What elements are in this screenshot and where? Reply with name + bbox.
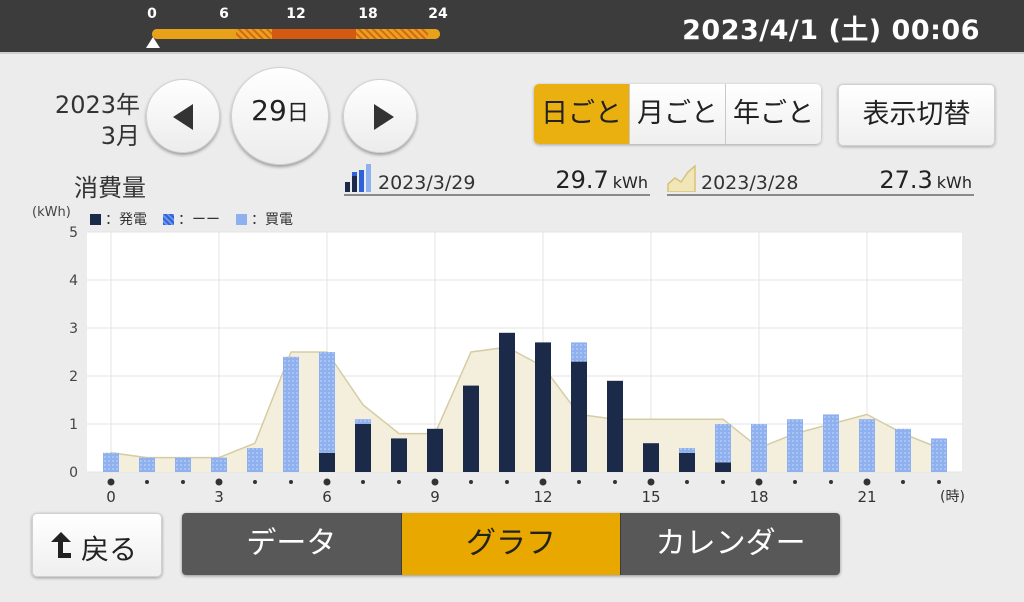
return-arrow-icon [51, 532, 71, 558]
bar-generation [679, 452, 695, 472]
y-axis-label: (kWh) [32, 205, 71, 220]
x-tick-dot [613, 480, 617, 484]
bar-generation [535, 342, 551, 472]
x-tick-label: 3 [214, 488, 224, 506]
tab-data[interactable]: データ [182, 513, 402, 575]
x-tick-label: 0 [106, 488, 116, 506]
x-tick-dot [539, 478, 547, 486]
bar-generation [391, 438, 407, 472]
bar-generation [643, 443, 659, 472]
x-tick-dot [107, 478, 115, 486]
bar-purchase [715, 424, 731, 463]
hourly-consumption-chart: 012345(kWh)0 3 6 9 12 15 18 21 (時) [32, 205, 965, 506]
x-tick-dot [145, 480, 149, 484]
x-tick-dot [361, 480, 365, 484]
bar-purchase [139, 457, 155, 472]
x-tick-label: 18 [749, 488, 768, 506]
back-button-label: 戻る [81, 533, 138, 566]
bar-purchase [175, 457, 191, 472]
bar-generation [319, 452, 335, 472]
bar-purchase [319, 352, 335, 453]
x-axis-label: (時) [940, 489, 965, 505]
x-tick-dot [755, 478, 763, 486]
x-tick-dot [721, 480, 725, 484]
x-tick-dot [289, 480, 293, 484]
bar-generation [463, 385, 479, 472]
tab-graph[interactable]: グラフ [401, 513, 622, 575]
x-tick-label: 21 [857, 488, 876, 506]
x-tick-dot [253, 480, 257, 484]
x-tick-label: 12 [533, 488, 552, 506]
bar-purchase [355, 419, 371, 424]
bar-purchase [895, 428, 911, 472]
y-tick-label: 0 [69, 465, 78, 481]
x-tick-dot [793, 480, 797, 484]
bar-purchase [859, 419, 875, 472]
y-tick-label: 3 [69, 321, 78, 337]
x-tick-label: 15 [641, 488, 660, 506]
bar-generation [715, 462, 731, 472]
x-tick-dot [863, 478, 871, 486]
bar-purchase [787, 419, 803, 472]
x-tick-dot [181, 480, 185, 484]
y-tick-label: 4 [69, 273, 78, 289]
tab-calendar[interactable]: カレンダー [621, 513, 840, 575]
bar-purchase [931, 438, 947, 472]
x-tick-dot [323, 478, 331, 486]
x-tick-dot [397, 480, 401, 484]
bar-purchase [211, 457, 227, 472]
x-tick-dot [685, 480, 689, 484]
bar-purchase [571, 342, 587, 362]
y-tick-label: 2 [69, 369, 78, 385]
x-tick-dot [647, 478, 655, 486]
bar-purchase [283, 356, 299, 472]
x-tick-dot [937, 480, 941, 484]
x-tick-dot [215, 478, 223, 486]
y-tick-label: 5 [69, 225, 78, 241]
x-tick-label: 6 [322, 488, 332, 506]
y-tick-label: 1 [69, 417, 78, 433]
x-tick-dot [505, 480, 509, 484]
x-tick-dot [469, 480, 473, 484]
bar-purchase [103, 452, 119, 472]
bar-generation [355, 424, 371, 472]
bar-purchase [247, 448, 263, 472]
x-tick-dot [577, 480, 581, 484]
x-tick-dot [901, 480, 905, 484]
bar-generation [427, 428, 443, 472]
back-button[interactable]: 戻る [32, 513, 162, 577]
bar-purchase [679, 448, 695, 453]
bar-purchase [823, 414, 839, 472]
x-tick-label: 9 [430, 488, 440, 506]
x-tick-dot [431, 478, 439, 486]
bar-generation [571, 361, 587, 472]
view-tabs: データ グラフ カレンダー [182, 513, 840, 575]
bar-generation [499, 332, 515, 472]
bar-generation [607, 380, 623, 472]
x-tick-dot [829, 480, 833, 484]
bar-purchase [751, 424, 767, 472]
